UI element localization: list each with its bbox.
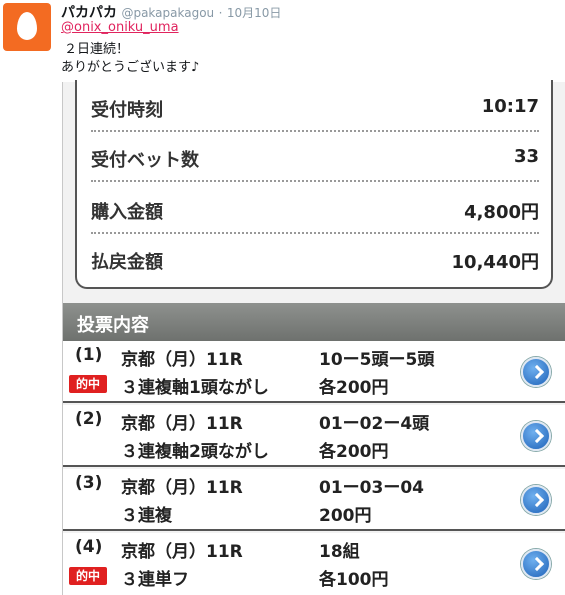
bet-row[interactable]: (4) 京都（月）11R 18組 的中 ３連単フ 各100円 xyxy=(63,533,565,595)
summary-label: 購入金額 xyxy=(91,202,163,223)
bet-venue: 京都（月）11R xyxy=(121,542,243,562)
bet-number: (4) xyxy=(75,537,103,557)
attached-image[interactable]: 受付時刻 10:17 受付ベット数 33 購入金額 4,800円 払戻金額 10… xyxy=(62,80,565,595)
summary-value: 10:17 xyxy=(481,96,539,117)
summary-box: 受付時刻 10:17 受付ベット数 33 購入金額 4,800円 払戻金額 10… xyxy=(75,80,553,289)
bet-amount: 各100円 xyxy=(319,570,389,590)
chevron-right-icon[interactable] xyxy=(521,485,551,515)
summary-value: 10,440円 xyxy=(451,252,539,273)
summary-value: 33 xyxy=(513,146,539,167)
bet-number: (3) xyxy=(75,473,103,493)
chevron-right-icon[interactable] xyxy=(521,421,551,451)
mention-link[interactable]: @onix_oniku_uma xyxy=(61,20,179,35)
tweet-text-line: ２日連続！ xyxy=(64,42,130,57)
chevron-right-icon[interactable] xyxy=(521,357,551,387)
chevron-right-icon[interactable] xyxy=(521,549,551,579)
bet-type: ３連単フ xyxy=(121,570,189,590)
summary-value: 4,800円 xyxy=(464,202,539,223)
summary-row: 受付ベット数 33 xyxy=(91,132,539,182)
separator-dot: · xyxy=(218,6,223,20)
bet-amount: 200円 xyxy=(319,506,372,526)
summary-label: 受付時刻 xyxy=(91,100,163,121)
avatar[interactable] xyxy=(3,3,51,51)
bet-selection: 01ー02ー4頭 xyxy=(319,414,430,434)
bet-amount: 各200円 xyxy=(319,442,389,462)
section-header: 投票内容 xyxy=(63,303,565,341)
bet-row[interactable]: (3) 京都（月）11R 01ー03ー04 ３連複 200円 xyxy=(63,469,565,531)
tweet-text-line: ありがとうございます♪ xyxy=(61,60,200,75)
bet-type: ３連複軸2頭ながし xyxy=(121,442,269,462)
summary-row: 購入金額 4,800円 xyxy=(91,184,539,234)
bet-selection: 01ー03ー04 xyxy=(319,478,424,498)
bet-type: ３連複軸1頭ながし xyxy=(121,378,269,398)
bet-venue: 京都（月）11R xyxy=(121,478,243,498)
section-title: 投票内容 xyxy=(77,315,149,336)
bet-selection: 10ー5頭ー5頭 xyxy=(319,350,435,370)
summary-label: 受付ベット数 xyxy=(91,150,199,171)
bet-selection: 18組 xyxy=(319,542,360,562)
bet-number: (1) xyxy=(75,345,103,365)
bet-number: (2) xyxy=(75,409,103,429)
user-handle[interactable]: @pakapakagou xyxy=(121,6,214,20)
bet-venue: 京都（月）11R xyxy=(121,350,243,370)
bet-type: ３連複 xyxy=(121,506,172,526)
tweet-date[interactable]: 10月10日 xyxy=(227,6,282,20)
tweet-header: パカパカ @pakapakagou · 10月10日 xyxy=(61,2,281,22)
summary-label: 払戻金額 xyxy=(91,252,163,273)
bet-row[interactable]: (2) 京都（月）11R 01ー02ー4頭 ３連複軸2頭ながし 各200円 xyxy=(63,405,565,467)
hit-badge: 的中 xyxy=(69,567,107,585)
summary-row: 受付時刻 10:17 xyxy=(91,82,539,132)
bet-row[interactable]: (1) 京都（月）11R 10ー5頭ー5頭 的中 ３連複軸1頭ながし 各200円 xyxy=(63,341,565,403)
summary-row: 払戻金額 10,440円 xyxy=(91,234,539,284)
egg-icon xyxy=(17,12,37,40)
bet-venue: 京都（月）11R xyxy=(121,414,243,434)
bet-amount: 各200円 xyxy=(319,378,389,398)
hit-badge: 的中 xyxy=(69,375,107,393)
user-name[interactable]: パカパカ xyxy=(61,5,117,21)
